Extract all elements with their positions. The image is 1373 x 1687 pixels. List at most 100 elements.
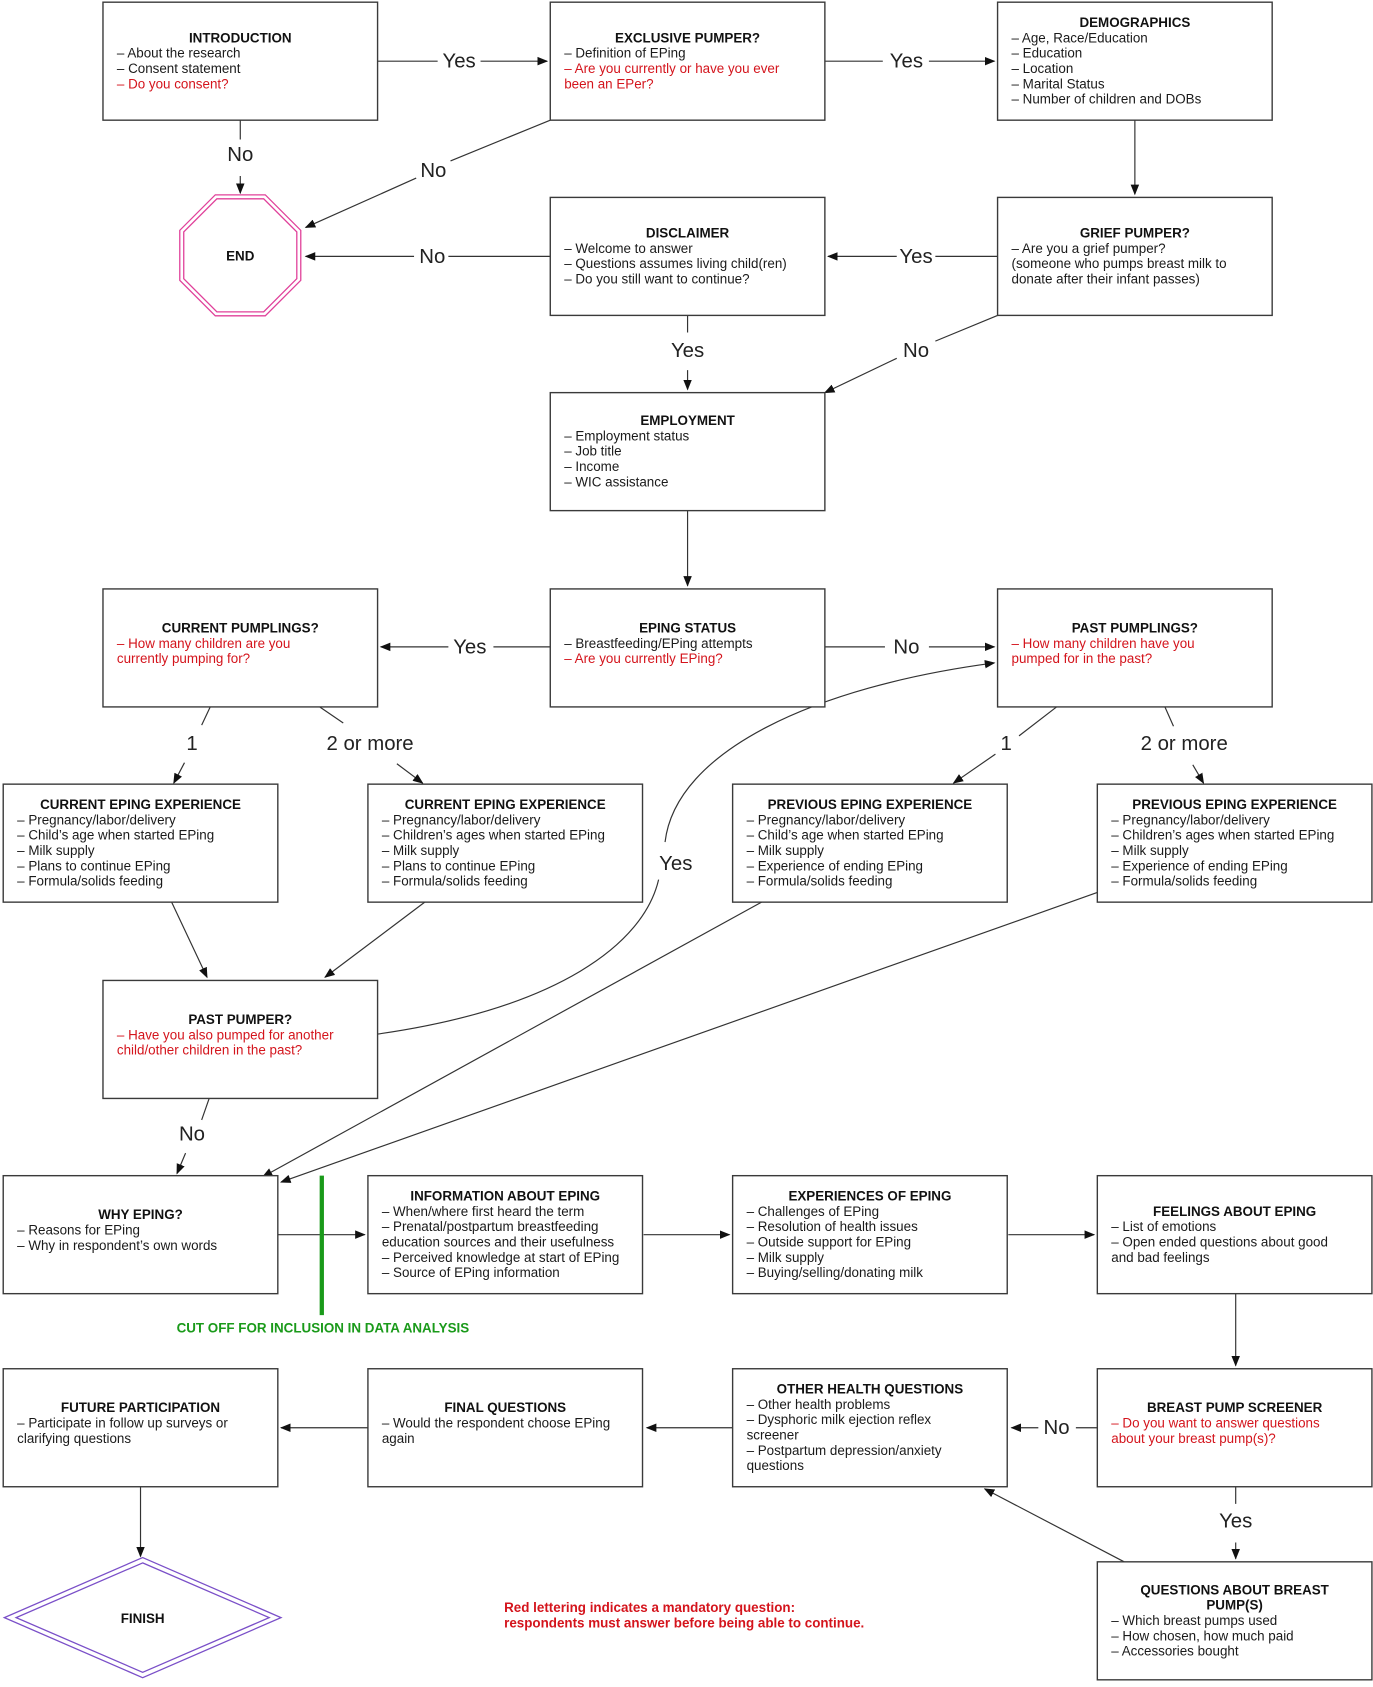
node-title: QUESTIONS ABOUT BREAST: [1140, 1582, 1329, 1597]
edge-pump-questions-to-other-health: [983, 1488, 1125, 1563]
edge-label-current-one: 1: [186, 733, 197, 755]
node-title: FINAL QUESTIONS: [444, 1400, 566, 1415]
node-current-pumplings: CURRENT PUMPLINGS?– How many children ar…: [102, 588, 379, 708]
node-item: – Do you still want to continue?: [564, 272, 749, 287]
cutoff-label: CUT OFF FOR INCLUSION IN DATA ANALYSIS: [177, 1320, 470, 1335]
node-item-required: pumped for in the past?: [1012, 651, 1153, 666]
node-current-exp-one: CURRENT EPING EXPERIENCE– Pregnancy/labo…: [2, 783, 279, 903]
node-item: and bad feelings: [1111, 1250, 1210, 1265]
legend-note-line-2: respondents must answer before being abl…: [504, 1615, 864, 1630]
node-item: – Buying/selling/donating milk: [747, 1265, 924, 1280]
node-item: – Milk supply: [17, 843, 95, 858]
node-title: DISCLAIMER: [646, 226, 730, 241]
node-item: – Location: [1012, 61, 1074, 76]
node-title: CURRENT PUMPLINGS?: [162, 620, 319, 635]
edge-label-exclusive-yes: Yes: [890, 51, 923, 73]
node-grief-pumper: GRIEF PUMPER?– Are you a grief pumper?(s…: [996, 196, 1273, 317]
node-item: – Dysphoric milk ejection reflex: [747, 1412, 932, 1427]
end-terminal: END: [179, 194, 302, 317]
node-item: – Plans to continue EPing: [382, 858, 535, 873]
node-feelings-about-eping: FEELINGS ABOUT EPING– List of emotions– …: [1096, 1174, 1373, 1295]
node-item: – Experience of ending EPing: [747, 858, 923, 873]
node-item: – Number of children and DOBs: [1012, 92, 1202, 107]
node-title: CURRENT EPING EXPERIENCE: [405, 797, 606, 812]
edge-label-current-multi: 2 or more: [326, 733, 413, 755]
node-item: – Reasons for EPing: [17, 1223, 140, 1238]
node-final-questions: FINAL QUESTIONS– Would the respondent ch…: [367, 1368, 644, 1488]
node-item: – Source of EPing information: [382, 1265, 560, 1280]
node-item: education sources and their usefulness: [382, 1234, 615, 1249]
node-item: – Pregnancy/labor/delivery: [17, 812, 176, 827]
edge-label-disclaimer-no: No: [419, 246, 445, 268]
legend-note-line-1: Red lettering indicates a mandatory ques…: [504, 1600, 795, 1615]
node-item: – Accessories bought: [1111, 1644, 1239, 1659]
node-item: – Education: [1012, 46, 1083, 61]
node-item-required: – Are you currently EPing?: [564, 651, 723, 666]
node-current-exp-multi: CURRENT EPING EXPERIENCE– Pregnancy/labo…: [367, 783, 644, 903]
node-title: EMPLOYMENT: [640, 413, 735, 428]
node-item-required: about your breast pump(s)?: [1111, 1431, 1276, 1446]
edge-label-screener-yes: Yes: [1219, 1511, 1252, 1533]
node-item: – Would the respondent choose EPing: [382, 1416, 610, 1431]
node-item: – Pregnancy/labor/delivery: [382, 812, 541, 827]
node-item: – Prenatal/postpartum breastfeeding: [382, 1219, 599, 1234]
node-item: – Breastfeeding/EPing attempts: [564, 636, 753, 651]
node-item: donate after their infant passes): [1012, 272, 1200, 287]
node-item: – Formula/solids feeding: [1111, 874, 1257, 889]
node-introduction: INTRODUCTION– About the research– Consen…: [102, 1, 379, 121]
node-eping-status: EPING STATUS– Breastfeeding/EPing attemp…: [549, 588, 826, 708]
node-item: – How chosen, how much paid: [1111, 1628, 1293, 1643]
node-item-required: – Have you also pumped for another: [117, 1027, 334, 1042]
node-item: – Pregnancy/labor/delivery: [747, 812, 906, 827]
node-title: PAST PUMPER?: [188, 1012, 292, 1027]
node-item: – Formula/solids feeding: [382, 874, 528, 889]
end-label: END: [226, 249, 255, 264]
edge-label-grief-yes: Yes: [899, 246, 932, 268]
node-item-required: – How many children are you: [117, 636, 290, 651]
node-item: – Challenges of EPing: [747, 1204, 880, 1219]
node-item: – WIC assistance: [564, 474, 668, 489]
edge-label-disclaimer-yes: Yes: [671, 340, 704, 362]
node-item: – Employment status: [564, 428, 689, 443]
node-experiences-of-eping: EXPERIENCES OF EPING– Challenges of EPin…: [731, 1174, 1008, 1295]
node-demographics: DEMOGRAPHICS– Age, Race/Education– Educa…: [996, 1, 1273, 121]
node-item: – Resolution of health issues: [747, 1219, 919, 1234]
node-item: – Are you a grief pumper?: [1012, 241, 1166, 256]
edge-label-grief-no: No: [903, 340, 929, 362]
node-item: – Definition of EPing: [564, 46, 685, 61]
node-pump-questions: QUESTIONS ABOUT BREASTPUMP(S)– Which bre…: [1096, 1561, 1373, 1681]
node-item: – Milk supply: [747, 843, 825, 858]
finish-terminal: FINISH: [2, 1556, 283, 1679]
node-item-required: been an EPer?: [564, 76, 653, 91]
node-previous-exp-one: PREVIOUS EPING EXPERIENCE– Pregnancy/lab…: [731, 783, 1008, 903]
node-item: – Which breast pumps used: [1111, 1613, 1277, 1628]
node-other-health: OTHER HEALTH QUESTIONS– Other health pro…: [731, 1368, 1008, 1488]
flowchart-canvas: CUT OFF FOR INCLUSION IN DATA ANALYSIS Y…: [2, 1, 1373, 1681]
edge-label-intro-no: No: [227, 144, 253, 166]
node-title: INTRODUCTION: [189, 30, 292, 45]
node-title: FEELINGS ABOUT EPING: [1153, 1204, 1316, 1219]
node-item: – Child’s age when started EPing: [17, 828, 214, 843]
node-item: – Formula/solids feeding: [747, 874, 893, 889]
edge-label-past-pumper-no: No: [179, 1123, 205, 1145]
node-item: – When/where first heard the term: [382, 1204, 584, 1219]
edge-label-past-multi: 2 or more: [1141, 733, 1228, 755]
node-title: EXPERIENCES OF EPING: [788, 1188, 951, 1203]
edge-label-intro-yes: Yes: [442, 51, 475, 73]
node-title: CURRENT EPING EXPERIENCE: [40, 797, 241, 812]
edge-label-past-pumper-yes: Yes: [659, 853, 692, 875]
node-item: – Participate in follow up surveys or: [17, 1416, 228, 1431]
node-title: BREAST PUMP SCREENER: [1147, 1400, 1323, 1415]
node-info-about-eping: INFORMATION ABOUT EPING– When/where firs…: [367, 1174, 644, 1295]
node-title: WHY EPING?: [98, 1207, 183, 1222]
edge-prev-multi-to-why: [280, 891, 1098, 1183]
node-item: – Children’s ages when started EPing: [1111, 828, 1334, 843]
node-item: again: [382, 1431, 415, 1446]
node-item: – Plans to continue EPing: [17, 858, 170, 873]
node-item-required: currently pumping for?: [117, 651, 250, 666]
edge-curexp-multi-to-past-pumper: [324, 901, 426, 978]
edge-label-screener-no: No: [1044, 1417, 1070, 1439]
node-past-pumplings: PAST PUMPLINGS?– How many children have …: [996, 588, 1273, 708]
node-item: – Why in respondent’s own words: [17, 1238, 217, 1253]
node-item: – Outside support for EPing: [747, 1234, 912, 1249]
